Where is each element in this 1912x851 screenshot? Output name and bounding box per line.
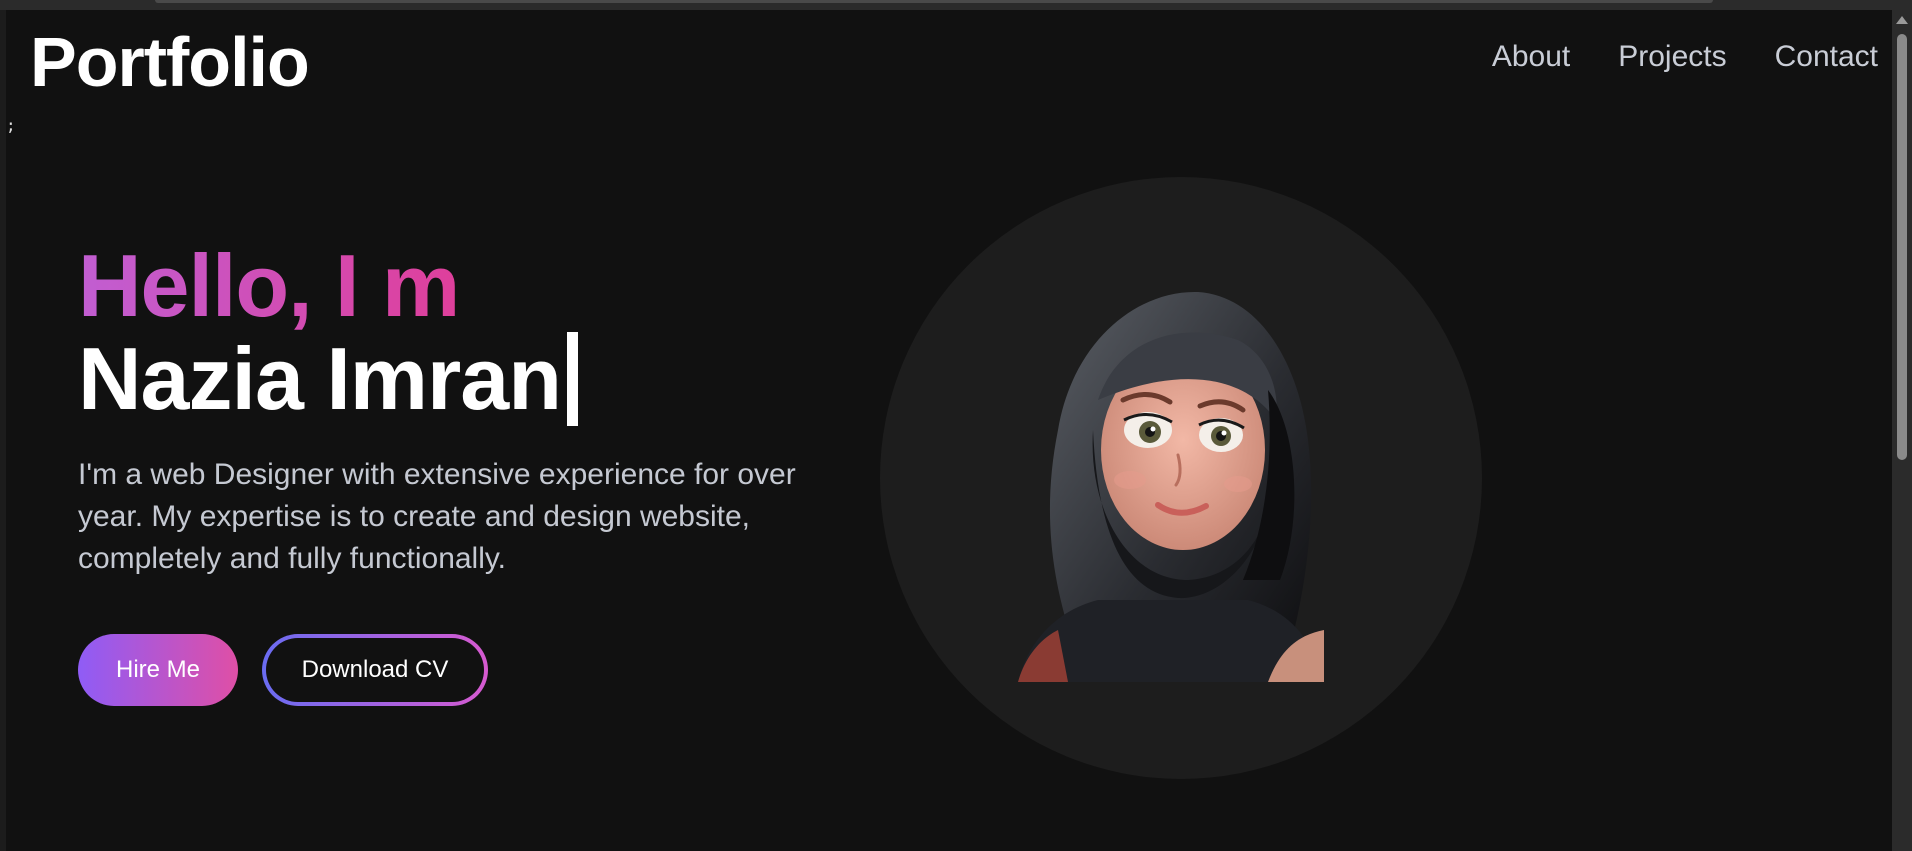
scroll-thumb[interactable] <box>1897 34 1907 460</box>
hero-greeting: Hello, I m <box>78 236 460 335</box>
tab-edge <box>155 0 1713 3</box>
typing-caret <box>566 332 578 426</box>
nav-about[interactable]: About <box>1492 40 1570 74</box>
hero-intro: I'm a web Designer with extensive experi… <box>78 458 796 575</box>
nav-contact[interactable]: Contact <box>1775 40 1878 74</box>
browser-window: Portfolio ; About Projects Contact Hello… <box>0 0 1912 851</box>
page-scrollbar[interactable] <box>1892 10 1912 851</box>
hijab-girl-avatar <box>1018 291 1324 682</box>
nav-projects[interactable]: Projects <box>1618 40 1726 74</box>
main-nav: About Projects Contact <box>1492 40 1878 74</box>
stray-text: ; <box>6 116 16 135</box>
hero-text: Hello, I m Nazia Imran I'm a web Designe… <box>78 240 868 706</box>
download-cv-label: Download CV <box>266 638 484 702</box>
site-logo[interactable]: Portfolio <box>30 22 310 102</box>
page-viewport: Portfolio ; About Projects Contact Hello… <box>6 10 1892 851</box>
window-top-strip <box>0 0 1912 10</box>
hero-buttons: Hire Me Download CV <box>78 634 868 706</box>
hero-name-row: Nazia Imran <box>78 332 868 426</box>
hero-name: Nazia Imran <box>78 329 562 428</box>
hire-me-button[interactable]: Hire Me <box>78 634 238 706</box>
download-cv-button[interactable]: Download CV <box>262 634 488 706</box>
scroll-up-icon[interactable] <box>1896 16 1908 24</box>
